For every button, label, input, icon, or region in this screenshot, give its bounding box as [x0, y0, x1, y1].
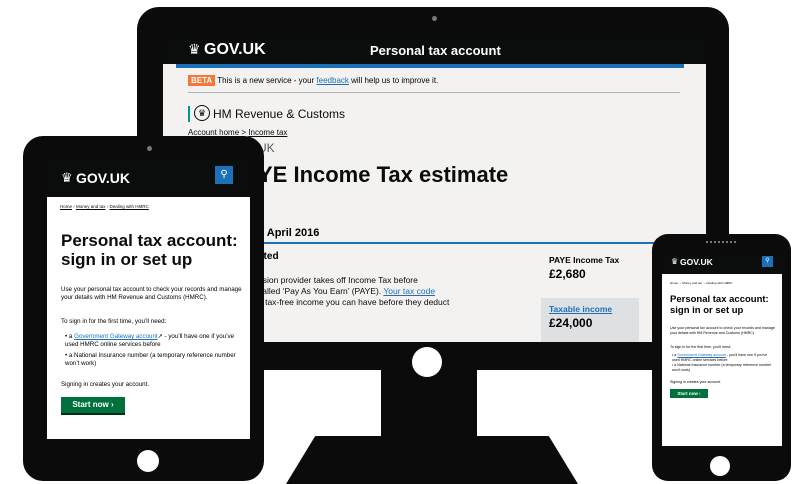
- body-line-2: called ‘Pay As You Earn’ (PAYE). Your ta…: [258, 286, 436, 296]
- tax-code-link[interactable]: Your tax code: [383, 286, 435, 296]
- service-name[interactable]: Personal tax account: [370, 43, 501, 58]
- govuk-logo[interactable]: GOV.UK: [76, 170, 130, 186]
- signing-text: Signing in creates your account.: [61, 381, 150, 388]
- camera-dot: [432, 16, 437, 21]
- tablet-home-button: [137, 450, 159, 472]
- beta-text-end: will help us to improve it.: [351, 76, 439, 85]
- body-line-3: n tax-free income you can have before th…: [258, 297, 450, 307]
- monitor-power-button: [412, 347, 442, 377]
- page-title: Personal tax account: sign in or set up: [61, 231, 238, 269]
- crown-icon: ♛: [671, 257, 679, 266]
- intro-text: Use your personal tax account to check y…: [61, 286, 242, 301]
- camera-dot: [147, 146, 152, 151]
- breadcrumb[interactable]: Home › Money and tax › Dealing with HMRC: [670, 281, 733, 285]
- taxable-value: £24,000: [549, 316, 593, 330]
- list-item: • a Government Gateway account - you’ll …: [672, 353, 768, 362]
- govuk-header: ♛ GOV.UK ⚲: [47, 159, 250, 197]
- tablet-screen: ♛ GOV.UK ⚲ Home › Money and tax › Dealin…: [47, 159, 250, 439]
- search-icon[interactable]: ⚲: [215, 166, 233, 184]
- taxable-card[interactable]: Taxable income £24,000: [541, 298, 639, 342]
- requirements-list: • a Government Gateway account↗ - you’ll…: [65, 333, 241, 368]
- search-icon[interactable]: ⚲: [762, 256, 773, 267]
- feedback-link[interactable]: feedback: [316, 76, 348, 85]
- speaker-grille: [706, 241, 736, 246]
- phone-screen: ♛ GOV.UK ⚲ Home › Money and tax › Dealin…: [662, 252, 782, 446]
- breadcrumb-hmrc[interactable]: Dealing with HMRC: [110, 204, 149, 209]
- header-blue-bar: [176, 64, 684, 68]
- crown-icon: ♛: [61, 170, 73, 185]
- list-item: • a National Insurance number (a tempora…: [672, 363, 772, 372]
- hmrc-crest-icon: ♛: [194, 105, 210, 121]
- chevron-right-icon: ›: [111, 400, 114, 409]
- beta-text: This is a new service - your: [217, 76, 315, 85]
- paye-label: PAYE Income Tax: [549, 255, 620, 265]
- beta-tag: BETA: [188, 75, 216, 86]
- requirements-list: • a Government Gateway account - you’ll …: [672, 353, 774, 372]
- intro-text: Use your personal tax account to check y…: [670, 326, 775, 335]
- government-gateway-link[interactable]: Government Gateway account: [74, 333, 158, 340]
- govuk-header: ♛ GOV.UK ⚲: [662, 252, 782, 274]
- list-item: • a National Insurance number (a tempora…: [65, 352, 236, 367]
- govuk-logo[interactable]: GOV.UK: [680, 257, 713, 267]
- start-now-button[interactable]: Start now ›: [61, 397, 125, 413]
- hmrc-name: HM Revenue & Customs: [213, 107, 346, 121]
- date-heading: 5 April 2016: [258, 227, 320, 239]
- govuk-header: ♛ GOV.UK Personal tax account: [163, 36, 706, 64]
- paye-explanation: nsion provider takes off Income Tax befo…: [258, 275, 558, 308]
- govuk-logo[interactable]: GOV.UK: [204, 41, 266, 59]
- page-title: YE Income Tax estimate: [258, 162, 509, 187]
- breadcrumb-money[interactable]: Money and tax: [76, 204, 106, 209]
- first-time-text: To sign in for the first time, you’ll ne…: [670, 345, 732, 349]
- signing-text: Signing in creates your account.: [670, 380, 722, 384]
- paye-card: PAYE Income Tax £2,680: [541, 251, 639, 293]
- crown-icon: ♛: [188, 41, 201, 57]
- taxable-label[interactable]: Taxable income: [541, 298, 639, 314]
- body-line-1: nsion provider takes off Income Tax befo…: [258, 275, 418, 285]
- phone-home-button: [710, 456, 730, 476]
- breadcrumb: Home › Money and tax › Dealing with HMRC: [60, 204, 149, 209]
- monitor-stand-neck: [381, 368, 477, 444]
- breadcrumb-home[interactable]: Home: [60, 204, 72, 209]
- monitor-stand-base: [286, 436, 578, 484]
- list-item: • a Government Gateway account↗ - you’ll…: [65, 333, 235, 348]
- page-title: Personal tax account: sign in or set up: [670, 294, 769, 316]
- breadcrumb-income-tax[interactable]: Income tax: [248, 128, 287, 137]
- start-now-button[interactable]: Start now ›: [670, 389, 708, 398]
- phase-banner: BETA This is a new service - your feedba…: [188, 75, 680, 93]
- chevron-right-icon: ›: [699, 391, 701, 396]
- first-time-text: To sign in for the first time, you’ll ne…: [61, 318, 167, 325]
- government-gateway-link[interactable]: Government Gateway account: [677, 353, 726, 357]
- hmrc-green-bar: [188, 106, 190, 122]
- paye-value: £2,680: [549, 267, 586, 281]
